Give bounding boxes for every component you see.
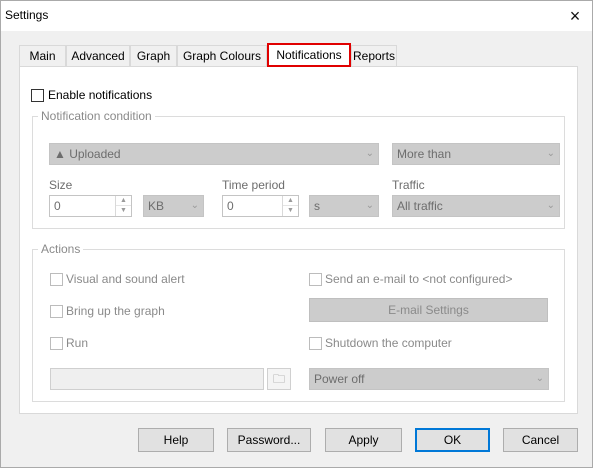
- time-unit-value: s: [314, 199, 320, 213]
- email-settings-button[interactable]: E-mail Settings: [309, 298, 548, 322]
- shutdown-label: Shutdown the computer: [325, 336, 452, 350]
- help-button[interactable]: Help: [138, 428, 214, 452]
- visual-alert-checkbox[interactable]: [50, 273, 63, 286]
- chevron-down-icon: ⌄: [535, 373, 544, 384]
- spin-up-icon[interactable]: ▲: [116, 196, 131, 206]
- tab-notifications[interactable]: Notifications: [267, 43, 351, 67]
- apply-button[interactable]: Apply: [325, 428, 402, 452]
- tab-reports[interactable]: Reports: [351, 45, 397, 67]
- chevron-down-icon: ⌄: [190, 200, 199, 211]
- close-icon[interactable]: ×: [558, 1, 592, 31]
- time-period-value: 0: [227, 199, 234, 213]
- visual-alert-label: Visual and sound alert: [66, 272, 185, 286]
- enable-notifications-label: Enable notifications: [48, 88, 153, 102]
- size-label: Size: [49, 178, 73, 192]
- direction-value: ▲ Uploaded: [54, 147, 121, 161]
- notifications-panel: Enable notifications Notification condit…: [19, 66, 578, 414]
- tab-graph[interactable]: Graph: [130, 45, 177, 67]
- spin-down-icon[interactable]: ▼: [283, 206, 298, 216]
- send-email-checkbox[interactable]: [309, 273, 322, 286]
- notification-condition-legend: Notification condition: [38, 109, 155, 123]
- cancel-button[interactable]: Cancel: [503, 428, 578, 452]
- traffic-value: All traffic: [397, 199, 443, 213]
- tab-main[interactable]: Main: [19, 45, 66, 67]
- enable-notifications-checkbox[interactable]: [31, 89, 44, 102]
- size-stepper[interactable]: 0 ▲ ▼: [49, 195, 132, 217]
- bring-up-graph-label: Bring up the graph: [66, 304, 165, 318]
- spin-up-icon[interactable]: ▲: [283, 196, 298, 206]
- run-path-input[interactable]: [50, 368, 264, 390]
- folder-icon[interactable]: 🗀: [267, 368, 291, 390]
- send-email-label: Send an e-mail to <not configured>: [325, 272, 513, 286]
- power-option-select[interactable]: Power off ⌄: [309, 368, 549, 390]
- spin-down-icon[interactable]: ▼: [116, 206, 131, 216]
- comparison-select[interactable]: More than ⌄: [392, 143, 560, 165]
- ok-button[interactable]: OK: [415, 428, 490, 452]
- run-checkbox[interactable]: [50, 337, 63, 350]
- size-value: 0: [54, 199, 61, 213]
- tab-graph-colours[interactable]: Graph Colours: [177, 45, 267, 67]
- title-bar: Settings ×: [1, 1, 592, 31]
- actions-legend: Actions: [38, 242, 84, 256]
- chevron-down-icon: ⌄: [546, 200, 555, 211]
- chevron-down-icon: ⌄: [365, 148, 374, 159]
- bring-up-graph-checkbox[interactable]: [50, 305, 63, 318]
- direction-select[interactable]: ▲ Uploaded ⌄: [49, 143, 379, 165]
- size-unit-value: KB: [148, 199, 165, 213]
- chevron-down-icon: ⌄: [546, 148, 555, 159]
- time-period-label: Time period: [222, 178, 285, 192]
- power-option-value: Power off: [314, 372, 365, 386]
- traffic-select[interactable]: All traffic ⌄: [392, 195, 560, 217]
- traffic-label: Traffic: [392, 178, 425, 192]
- time-stepper-buttons: ▲ ▼: [282, 196, 298, 216]
- chevron-down-icon: ⌄: [365, 200, 374, 211]
- time-unit-select[interactable]: s ⌄: [309, 195, 379, 217]
- run-label: Run: [66, 336, 89, 350]
- tab-advanced[interactable]: Advanced: [66, 45, 130, 67]
- size-stepper-buttons: ▲ ▼: [115, 196, 131, 216]
- shutdown-checkbox[interactable]: [309, 337, 322, 350]
- time-period-stepper[interactable]: 0 ▲ ▼: [222, 195, 299, 217]
- size-unit-select[interactable]: KB ⌄: [143, 195, 204, 217]
- window-title: Settings: [5, 8, 49, 22]
- settings-window: Settings × Main Advanced Graph Graph Col…: [0, 0, 593, 468]
- password-button[interactable]: Password...: [227, 428, 311, 452]
- comparison-value: More than: [397, 147, 452, 161]
